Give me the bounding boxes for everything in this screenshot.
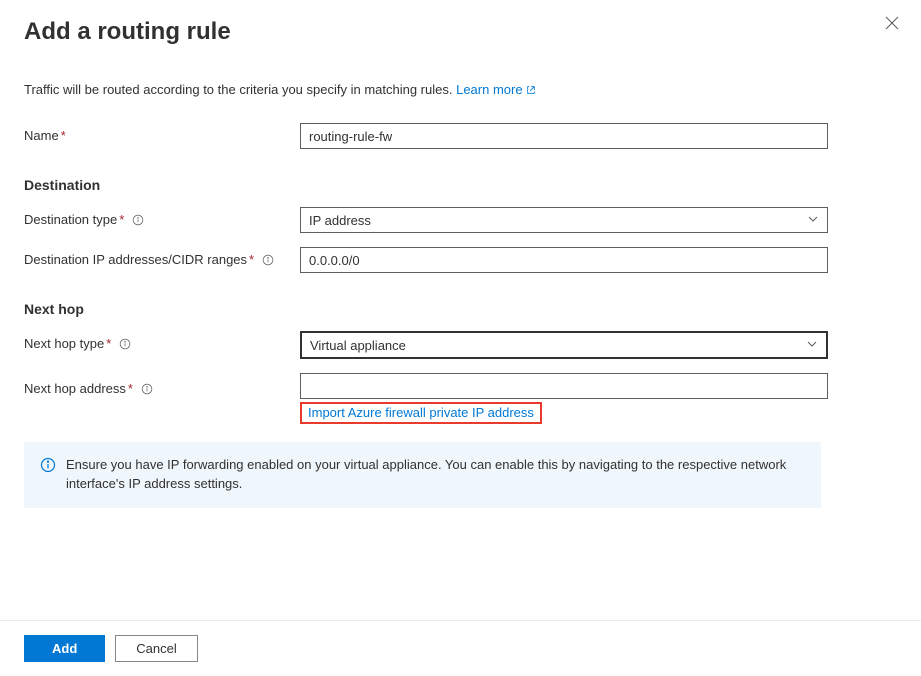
required-asterisk: * [249, 252, 254, 267]
chevron-down-icon [807, 213, 819, 228]
page-title: Add a routing rule [24, 18, 897, 46]
destination-type-label: Destination type* [24, 207, 300, 227]
close-button[interactable] [885, 16, 899, 33]
routing-rule-panel: Add a routing rule Traffic will be route… [0, 0, 921, 676]
next-hop-type-row: Next hop type* Virtual appliance [24, 331, 897, 359]
add-button[interactable]: Add [24, 635, 105, 662]
name-input[interactable] [300, 123, 828, 149]
destination-ip-label: Destination IP addresses/CIDR ranges* [24, 247, 300, 267]
panel-footer: Add Cancel [0, 620, 921, 676]
intro-text: Traffic will be routed according to the … [24, 82, 897, 97]
required-asterisk: * [61, 128, 66, 143]
learn-more-label: Learn more [456, 82, 522, 97]
info-icon[interactable] [132, 214, 144, 226]
required-asterisk: * [119, 212, 124, 227]
info-icon [40, 457, 56, 479]
destination-ip-label-text: Destination IP addresses/CIDR ranges [24, 252, 247, 267]
import-link-highlight: Import Azure firewall private IP address [300, 402, 542, 424]
name-label-text: Name [24, 128, 59, 143]
destination-type-value: IP address [309, 213, 371, 228]
name-label: Name* [24, 123, 300, 143]
info-icon[interactable] [119, 338, 131, 350]
next-hop-type-select[interactable]: Virtual appliance [300, 331, 828, 359]
destination-ip-row: Destination IP addresses/CIDR ranges* [24, 247, 897, 273]
name-row: Name* [24, 123, 897, 149]
info-icon[interactable] [141, 383, 153, 395]
destination-heading: Destination [24, 177, 897, 193]
ip-forwarding-infobox: Ensure you have IP forwarding enabled on… [24, 442, 821, 508]
intro-text-content: Traffic will be routed according to the … [24, 82, 456, 97]
next-hop-address-label: Next hop address* [24, 373, 300, 396]
close-icon [885, 18, 899, 33]
infobox-text: Ensure you have IP forwarding enabled on… [66, 456, 805, 494]
next-hop-type-label-text: Next hop type [24, 336, 104, 351]
required-asterisk: * [128, 381, 133, 396]
next-hop-type-label: Next hop type* [24, 331, 300, 351]
next-hop-type-value: Virtual appliance [310, 338, 406, 353]
next-hop-address-label-text: Next hop address [24, 381, 126, 396]
next-hop-heading: Next hop [24, 301, 897, 317]
required-asterisk: * [106, 336, 111, 351]
import-firewall-ip-link[interactable]: Import Azure firewall private IP address [308, 405, 534, 420]
destination-type-select[interactable]: IP address [300, 207, 828, 233]
destination-ip-input[interactable] [300, 247, 828, 273]
info-icon[interactable] [262, 254, 274, 266]
destination-type-label-text: Destination type [24, 212, 117, 227]
external-link-icon [526, 82, 536, 97]
next-hop-address-input[interactable] [300, 373, 828, 399]
learn-more-link[interactable]: Learn more [456, 82, 536, 97]
chevron-down-icon [806, 338, 818, 353]
cancel-button[interactable]: Cancel [115, 635, 197, 662]
panel-content: Add a routing rule Traffic will be route… [0, 0, 921, 620]
destination-type-row: Destination type* IP address [24, 207, 897, 233]
next-hop-address-row: Next hop address* Import Azure firewall … [24, 373, 897, 424]
